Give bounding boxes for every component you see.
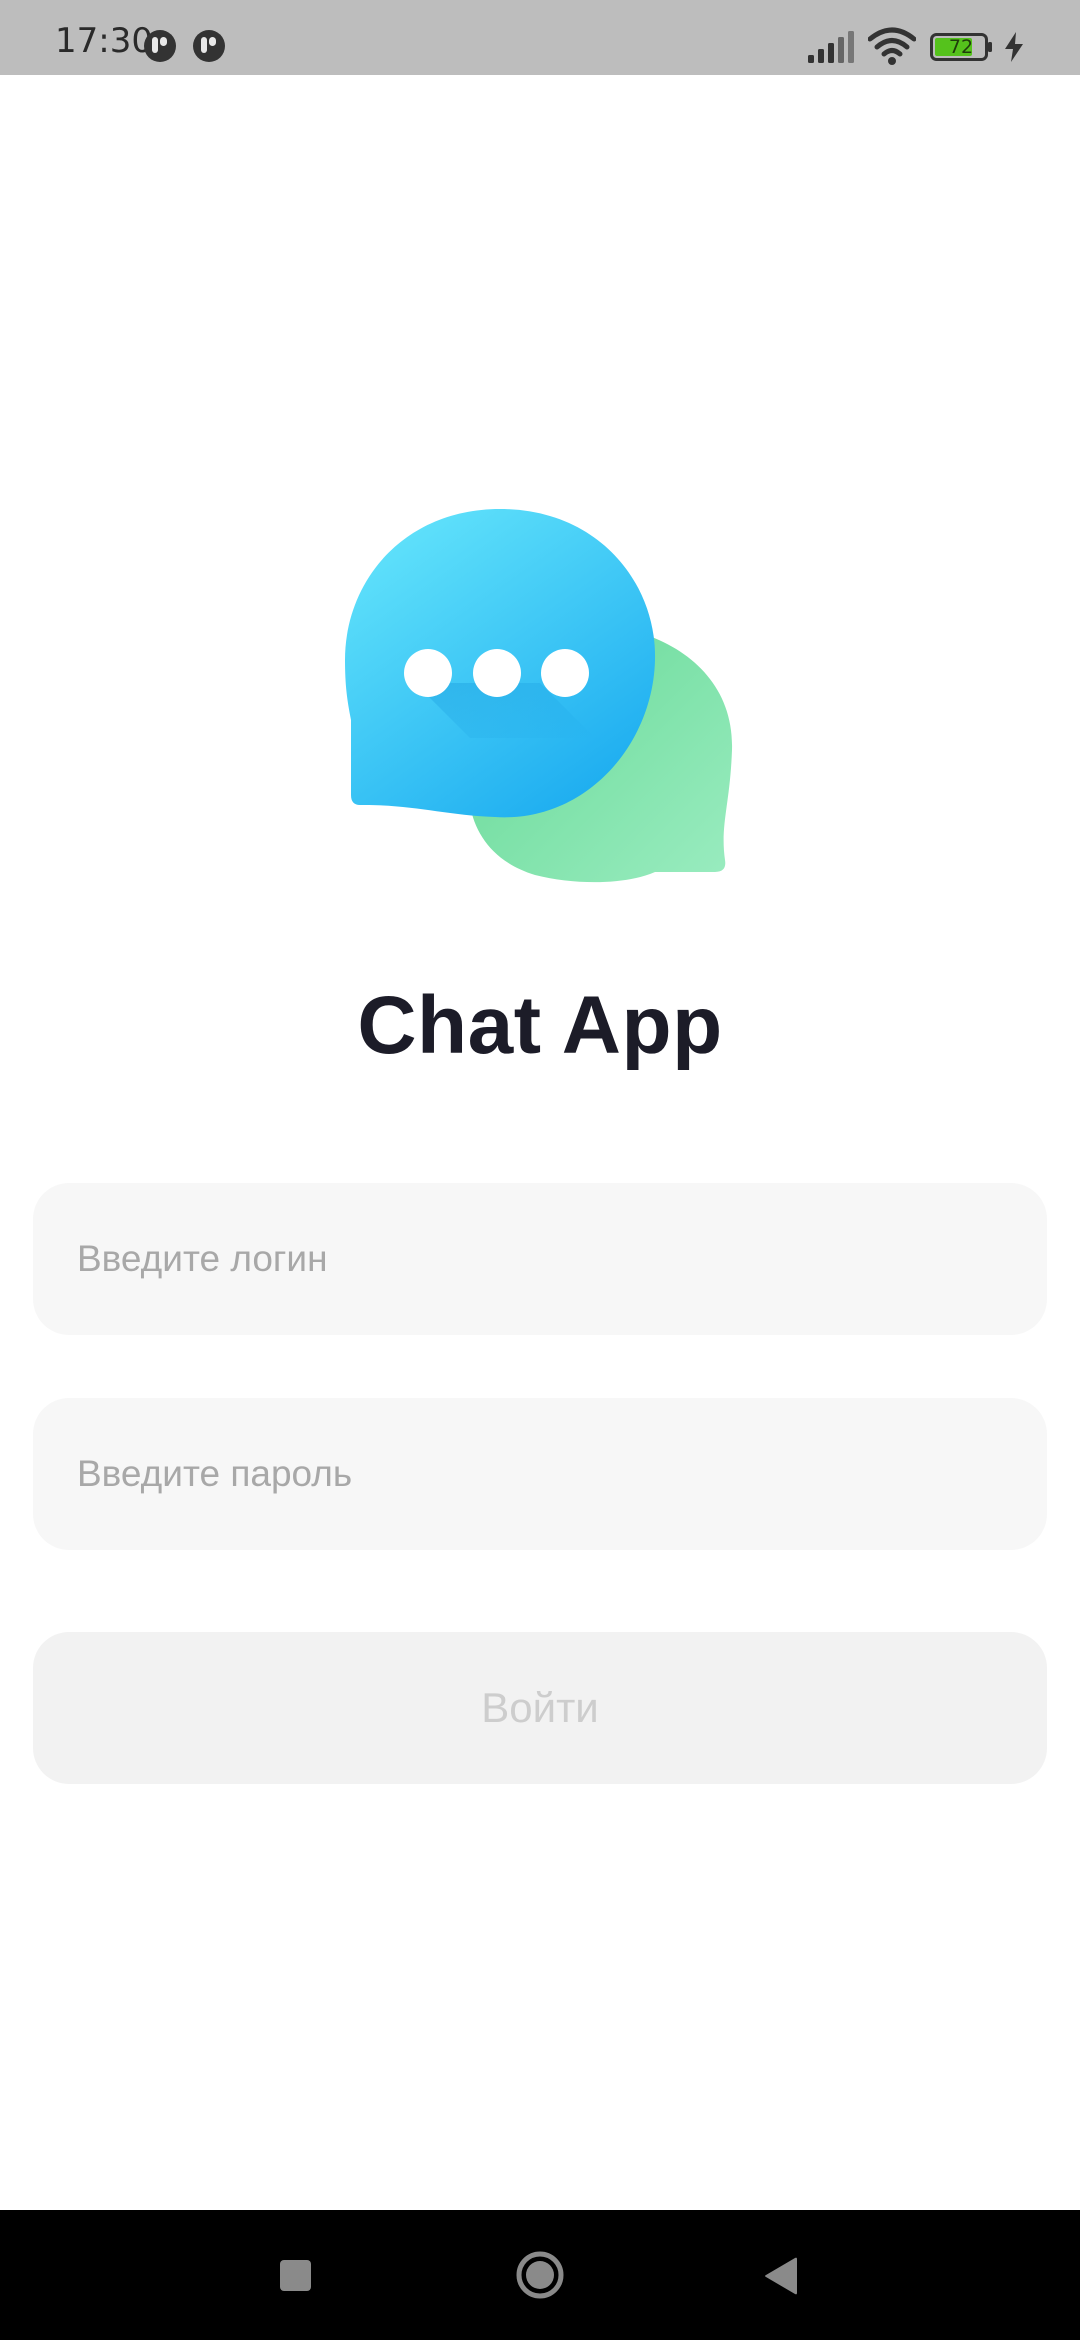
chat-bubbles-icon bbox=[345, 509, 733, 883]
login-button[interactable]: Войти bbox=[33, 1632, 1047, 1784]
recents-icon[interactable] bbox=[280, 2260, 311, 2291]
wifi-icon bbox=[868, 27, 916, 65]
navigation-bar bbox=[0, 2210, 1080, 2340]
app-title: Chat App bbox=[357, 980, 723, 1071]
battery-level: 72 bbox=[948, 36, 974, 58]
login-screen: 17:30 72 Chat App Введите логин Войти bbox=[0, 0, 1080, 2340]
back-icon[interactable] bbox=[763, 2257, 799, 2295]
status-bar: 17:30 72 bbox=[0, 0, 1080, 75]
login-input[interactable] bbox=[33, 1183, 1047, 1335]
signal-icon bbox=[808, 31, 854, 63]
status-time: 17:30 bbox=[55, 21, 153, 61]
notification-icon bbox=[193, 30, 225, 62]
notification-icon bbox=[144, 30, 176, 62]
password-input[interactable] bbox=[33, 1398, 1047, 1550]
home-icon[interactable] bbox=[515, 2250, 565, 2300]
charging-icon bbox=[1005, 32, 1023, 62]
